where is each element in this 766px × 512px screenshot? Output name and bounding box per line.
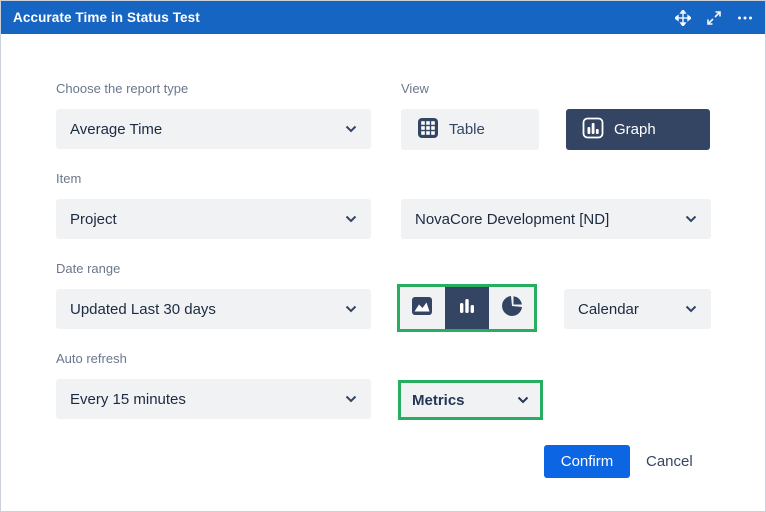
calendar-select[interactable]: Calendar bbox=[564, 289, 711, 329]
expand-icon[interactable] bbox=[707, 11, 721, 25]
view-label: View bbox=[401, 81, 429, 96]
date-range-select[interactable]: Updated Last 30 days bbox=[56, 289, 371, 329]
dialog-title: Accurate Time in Status Test bbox=[13, 10, 200, 25]
chevron-down-icon bbox=[685, 305, 697, 313]
report-type-label: Choose the report type bbox=[56, 81, 188, 96]
pie-chart-icon bbox=[501, 295, 523, 322]
auto-refresh-select[interactable]: Every 15 minutes bbox=[56, 379, 371, 419]
chevron-down-icon bbox=[345, 125, 357, 133]
chevron-down-icon bbox=[345, 305, 357, 313]
date-range-value: Updated Last 30 days bbox=[70, 301, 337, 318]
chevron-down-icon bbox=[685, 215, 697, 223]
bar-chart-icon bbox=[455, 294, 479, 323]
pie-chart-button[interactable] bbox=[489, 287, 534, 329]
item-value: Project bbox=[70, 211, 337, 228]
chevron-down-icon bbox=[345, 395, 357, 403]
report-type-select[interactable]: Average Time bbox=[56, 109, 371, 149]
view-graph-label: Graph bbox=[614, 121, 656, 138]
report-type-value: Average Time bbox=[70, 121, 337, 138]
date-range-label: Date range bbox=[56, 261, 120, 276]
project-value: NovaCore Development [ND] bbox=[415, 211, 677, 228]
metrics-select[interactable]: Metrics bbox=[398, 380, 543, 420]
view-table-button[interactable]: Table bbox=[401, 109, 539, 150]
calendar-value: Calendar bbox=[578, 301, 677, 318]
view-table-label: Table bbox=[449, 121, 485, 138]
cancel-button[interactable]: Cancel bbox=[646, 445, 693, 478]
confirm-button[interactable]: Confirm bbox=[544, 445, 630, 478]
chevron-down-icon bbox=[517, 396, 529, 404]
auto-refresh-label: Auto refresh bbox=[56, 351, 127, 366]
area-chart-icon bbox=[410, 294, 434, 323]
item-select[interactable]: Project bbox=[56, 199, 371, 239]
auto-refresh-value: Every 15 minutes bbox=[70, 391, 337, 408]
gadget-config-dialog: Accurate Time in Status Test bbox=[0, 0, 766, 512]
bar-chart-button[interactable] bbox=[445, 287, 490, 329]
chevron-down-icon bbox=[345, 215, 357, 223]
dialog-header: Accurate Time in Status Test bbox=[1, 1, 765, 34]
move-icon[interactable] bbox=[675, 10, 691, 26]
metrics-value: Metrics bbox=[412, 392, 509, 409]
table-icon bbox=[417, 117, 439, 143]
graph-icon bbox=[582, 117, 604, 143]
chart-type-group bbox=[397, 284, 537, 332]
view-graph-button[interactable]: Graph bbox=[566, 109, 710, 150]
more-icon[interactable] bbox=[737, 11, 753, 25]
project-select[interactable]: NovaCore Development [ND] bbox=[401, 199, 711, 239]
item-label: Item bbox=[56, 171, 81, 186]
area-chart-button[interactable] bbox=[400, 287, 445, 329]
